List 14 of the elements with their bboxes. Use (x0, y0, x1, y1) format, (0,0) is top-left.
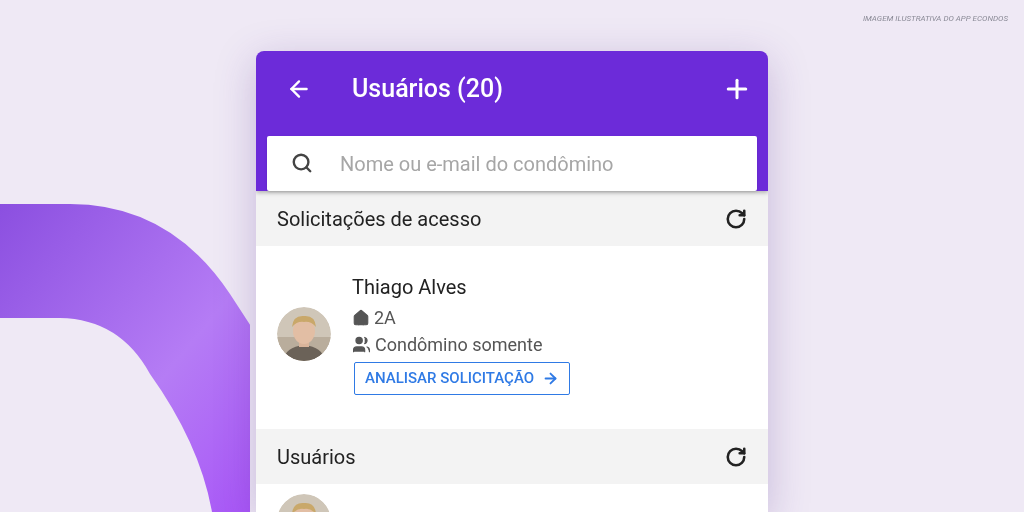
search-icon (291, 152, 313, 174)
review-request-button[interactable]: ANALISAR SOLICITAÇÃO (354, 362, 571, 395)
section-title: Solicitações de acesso (277, 205, 482, 233)
caption: IMAGEM ILUSTRATIVA DO APP ECONDOS (862, 13, 1008, 25)
user-name: Thiago Alves (352, 274, 467, 301)
refresh-icon[interactable] (725, 445, 747, 468)
refresh-icon[interactable] (725, 207, 747, 230)
user-role: Condômino somente (375, 333, 543, 357)
house-icon (352, 308, 370, 327)
unit-number: 2A (374, 306, 396, 330)
people-icon (352, 335, 371, 354)
screen-title: Usuários (20) (352, 72, 504, 105)
section-title: Usuários (277, 443, 356, 471)
search-field[interactable]: Nome ou e-mail do condômino (267, 136, 757, 191)
